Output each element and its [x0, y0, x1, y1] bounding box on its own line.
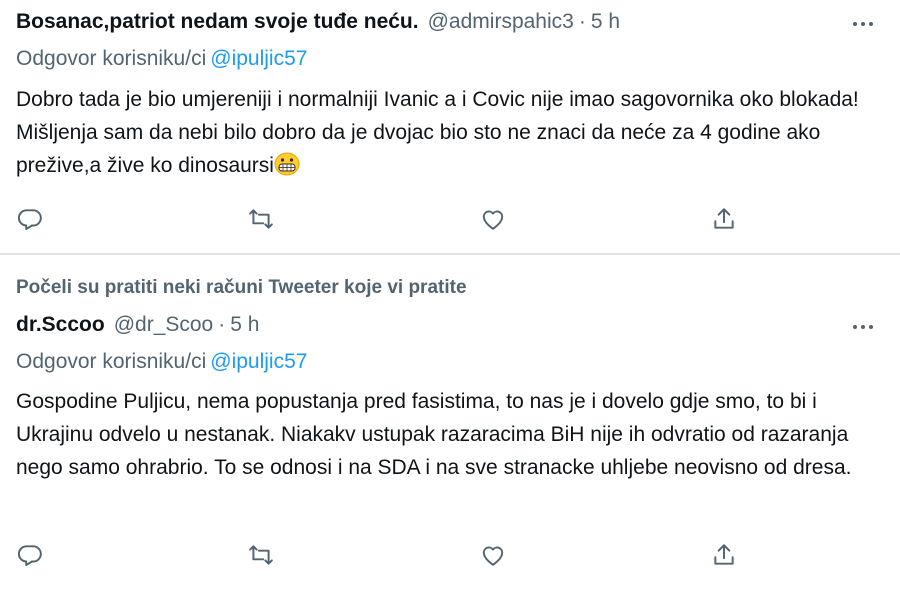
author-name[interactable]: Bosanac,patriot nedam svoje tuđe neću. [16, 10, 419, 34]
tweet-timestamp[interactable]: 5 h [230, 313, 259, 337]
tweet[interactable]: Počeli su pratiti neki računi Tweeter ko… [0, 255, 900, 600]
tweet-text-content: Gospodine Puljicu, nema popustanja pred … [16, 390, 852, 479]
author-handle[interactable]: @admirspahic3 [428, 10, 574, 34]
author-name[interactable]: dr.Sccoo [16, 313, 105, 337]
share-icon[interactable] [704, 199, 744, 239]
tweet-timestamp[interactable]: 5 h [591, 10, 620, 34]
retweet-icon[interactable] [241, 199, 281, 239]
more-options-icon[interactable] [848, 315, 878, 339]
tweet-header: dr.Sccoo @dr_Scoo · 5 h [16, 313, 259, 337]
separator-dot: · [578, 10, 586, 33]
tweet-text: Gospodine Puljicu, nema popustanja pred … [16, 385, 886, 484]
reply-icon[interactable] [10, 199, 50, 239]
separator-dot: · [218, 313, 226, 336]
like-icon[interactable] [473, 199, 513, 239]
reply-mention-link[interactable]: @ipuljic57 [210, 350, 307, 373]
share-icon[interactable] [704, 535, 744, 575]
tweet-header: Bosanac,patriot nedam svoje tuđe neću. @… [16, 10, 620, 34]
more-options-icon[interactable] [848, 12, 878, 36]
grimacing-face-emoji-icon [274, 152, 300, 176]
reply-icon[interactable] [10, 535, 50, 575]
reply-prefix: Odgovor korisniku/ci [16, 47, 207, 70]
tweet-text-content: Dobro tada je bio umjereniji i normalnij… [16, 88, 859, 177]
author-handle[interactable]: @dr_Scoo [114, 313, 214, 337]
reply-prefix: Odgovor korisniku/ci [16, 350, 207, 373]
reply-context: Odgovor korisniku/ci @ipuljic57 [16, 47, 307, 71]
reply-context: Odgovor korisniku/ci @ipuljic57 [16, 350, 307, 374]
tweet-actions [0, 199, 900, 239]
social-context: Počeli su pratiti neki računi Tweeter ko… [16, 277, 467, 298]
retweet-icon[interactable] [241, 535, 281, 575]
tweet[interactable]: Bosanac,patriot nedam svoje tuđe neću. @… [0, 0, 900, 253]
like-icon[interactable] [473, 535, 513, 575]
reply-mention-link[interactable]: @ipuljic57 [210, 47, 307, 70]
tweet-actions [0, 535, 900, 575]
tweet-text: Dobro tada je bio umjereniji i normalnij… [16, 83, 876, 182]
